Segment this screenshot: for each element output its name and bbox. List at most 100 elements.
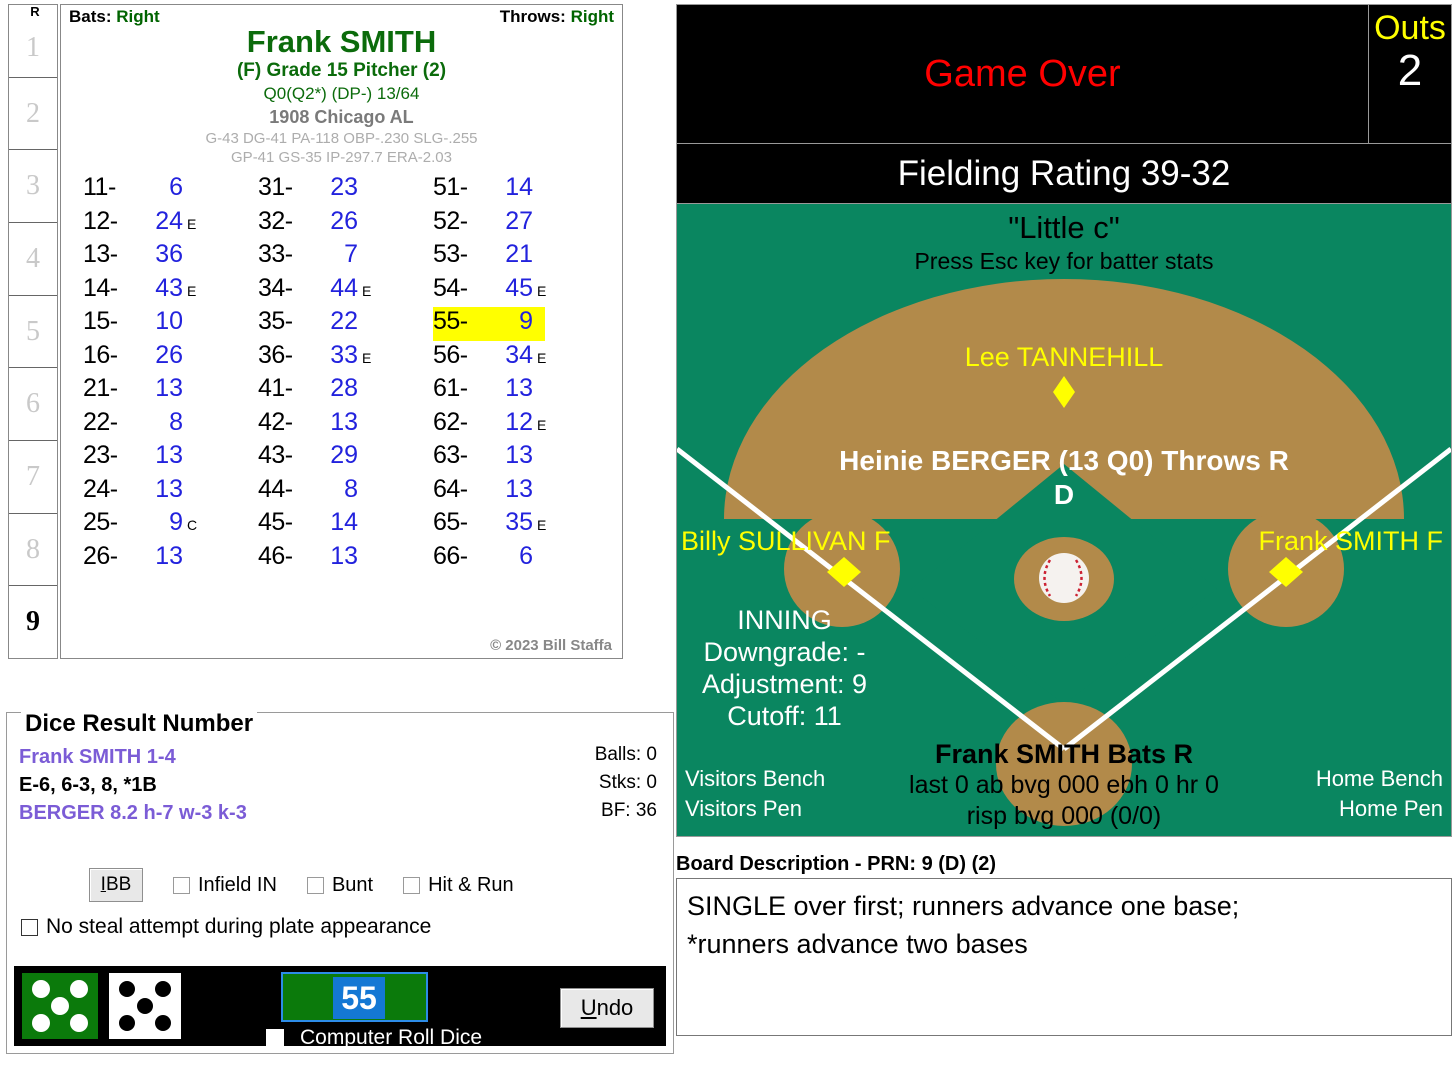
shortstop-name[interactable]: Lee TANNEHILL	[677, 342, 1451, 373]
dice-result-value: 8	[344, 474, 358, 503]
dice-result-key: 43-	[258, 441, 293, 469]
dice-result-key: 45-	[258, 508, 293, 536]
dice-result-row: 53- 21	[433, 240, 608, 274]
dice-result-row: 35- 22	[258, 307, 433, 341]
dice-grid-column-3: 51- 14 52- 27 53- 21 54- 45 E 55- 9 56- 34 E 61- 13 62- 1…	[433, 173, 608, 575]
scoreboard-top: Game Over Outs 2	[676, 4, 1452, 144]
inning-column: R 1 2 3 4 5 6 7 8 9	[8, 4, 58, 659]
dice-result-value: 6	[169, 173, 183, 201]
dice-result-row: 16- 26	[83, 341, 258, 375]
hit-and-run-checkbox[interactable]: Hit & Run	[403, 874, 514, 897]
dice-result-value: 35	[505, 508, 533, 536]
visitors-bench-link[interactable]: Visitors Bench	[685, 764, 825, 794]
dice-result-value: 10	[155, 307, 183, 335]
card-stat-line-1: G-43 DG-41 PA-118 OBP-.230 SLG-.255	[205, 130, 478, 147]
inning-cell-7[interactable]: 7	[9, 441, 57, 514]
dice-result-key: 55-	[433, 307, 468, 335]
right-fielder-name[interactable]: Frank SMITH F	[1258, 526, 1443, 557]
no-steal-checkbox[interactable]: No steal attempt during plate appearance	[21, 915, 431, 939]
dice-result-value: 26	[330, 206, 358, 235]
inning-cell-6[interactable]: 6	[9, 368, 57, 442]
balls-count: Balls: 0	[594, 744, 657, 765]
dice-result-value: 22	[330, 307, 358, 335]
batters-faced: BF: 36	[601, 800, 657, 821]
dice-grid-column-1: 11- 6 12- 24 E 13- 36 14- 43 E 15- 10 16- 26 21- 13 22- 8…	[83, 173, 258, 575]
no-steal-label: No steal attempt during plate appearance	[46, 915, 432, 938]
strikes-count: Stks: 0	[598, 772, 657, 793]
dice-result-row: 56- 34 E	[433, 341, 608, 375]
count-readout: Balls: 0 Stks: 0 BF: 36	[595, 741, 657, 825]
dice-result-suffix: E	[362, 349, 372, 366]
dice-result-value: 12	[505, 407, 533, 436]
home-bench-link[interactable]: Home Bench	[1316, 764, 1443, 794]
dice-result-row: 25- 9 C	[83, 508, 258, 542]
inning-cell-4[interactable]: 4	[9, 223, 57, 296]
dice-result-value: 9	[519, 307, 533, 335]
inning-cell-2[interactable]: 2	[9, 78, 57, 151]
inning-cell-1[interactable]: R 1	[9, 5, 57, 78]
dice-result-suffix: E	[537, 517, 547, 533]
undo-button[interactable]: Undo	[560, 988, 654, 1028]
dice-result-key: 33-	[258, 240, 293, 268]
dice-result-value: 24	[155, 206, 183, 235]
baseball-field[interactable]: "Little c" Press Esc key for batter stat…	[676, 204, 1452, 837]
dice-result-key: 44-	[258, 474, 293, 503]
dice-result-row: 61- 13	[433, 374, 608, 408]
infield-in-label: Infield IN	[198, 873, 277, 896]
dice-result-value: 13	[155, 441, 183, 469]
pitcher-info[interactable]: Heinie BERGER (13 Q0) Throws R D	[677, 444, 1451, 512]
ibb-button[interactable]: I BB	[89, 868, 143, 902]
park-name: "Little c"	[1008, 210, 1120, 245]
dice-result-row: 11- 6	[83, 173, 258, 207]
bunt-checkbox[interactable]: Bunt	[306, 874, 373, 897]
card-team-line: 1908 Chicago AL	[269, 107, 414, 127]
dice-result-row: 66- 6	[433, 542, 608, 576]
left-fielder-name[interactable]: Billy SULLIVAN F	[681, 526, 891, 557]
dice-result-key: 21-	[83, 374, 118, 402]
inning-cell-3[interactable]: 3	[9, 150, 57, 224]
dice-result-key: 12-	[83, 206, 118, 235]
dice-result-row: 46- 13	[258, 542, 433, 576]
dice-result-key: 13-	[83, 240, 118, 268]
checkbox-icon	[403, 876, 421, 894]
dice-result-key: 66-	[433, 541, 468, 570]
dice-result-row: 22- 8	[83, 408, 258, 442]
visitors-pen-link[interactable]: Visitors Pen	[685, 794, 825, 824]
dice-result-value: 6	[519, 541, 533, 570]
player-card: Bats: Right Throws: Right Frank SMITH (F…	[60, 4, 623, 659]
dice-result-key: 11-	[83, 173, 116, 201]
board-description-title: Board Description - PRN: 9 (D) (2)	[676, 853, 997, 875]
inning-cell-9[interactable]: 9	[9, 586, 57, 658]
dice-result-value: 23	[330, 173, 358, 201]
pitcher-info-line2: D	[1053, 479, 1075, 510]
dice-result-suffix: C	[187, 517, 198, 533]
runs-header: R	[30, 4, 40, 19]
inning-cell-8[interactable]: 8	[9, 514, 57, 587]
dice-result-row: 45- 14	[258, 508, 433, 542]
die-left[interactable]	[22, 973, 98, 1039]
dice-result-key: 36-	[258, 340, 293, 369]
home-pen-link[interactable]: Home Pen	[1316, 794, 1443, 824]
dice-result-row: 26- 13	[83, 542, 258, 576]
dice-result-key: 61-	[433, 374, 468, 402]
card-q-line: Q0(Q2*) (DP-) 13/64	[263, 84, 420, 103]
dice-result-value: 28	[330, 374, 358, 402]
pitcher-info-line1: Heinie BERGER (13 Q0) Throws R	[839, 445, 1289, 476]
dice-line-result: E-6, 6-3, 8, *1B	[19, 774, 157, 796]
dice-result-key: 63-	[433, 441, 468, 469]
dice-result-row: 31- 23	[258, 173, 433, 207]
inning-info-box: INNING Downgrade: - Adjustment: 9 Cutoff…	[677, 604, 892, 732]
game-view-panel: Game Over Outs 2 Fielding Rating 39-32 "…	[676, 4, 1452, 844]
dice-result-row: 14- 43 E	[83, 274, 258, 308]
scoreboard-status-area: Game Over	[677, 5, 1368, 143]
dice-result-row: 34- 44 E	[258, 274, 433, 308]
roll-number-value: 55	[333, 977, 385, 1019]
dice-result-value: 14	[330, 508, 358, 536]
dice-result-value: 14	[505, 173, 533, 201]
computer-roll-dice-checkbox[interactable]: Computer Roll Dice	[266, 1026, 482, 1050]
roll-number-display[interactable]: 55	[281, 972, 428, 1022]
dice-result-row: 33- 7	[258, 240, 433, 274]
inning-cell-5[interactable]: 5	[9, 296, 57, 369]
die-right[interactable]	[109, 973, 181, 1039]
infield-in-checkbox[interactable]: Infield IN	[173, 874, 277, 897]
